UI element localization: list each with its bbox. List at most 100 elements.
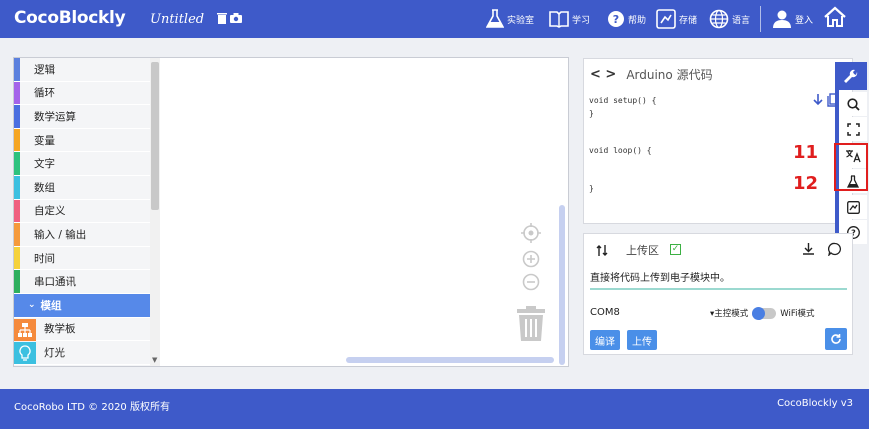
upload-panel: 上传区 ✓ 直接将代码上传到电子模块中。 COM8 ▾主控模式 WiFi模式 编… xyxy=(583,233,853,355)
fullscreen-icon xyxy=(846,122,860,136)
category-color-bar xyxy=(14,175,20,199)
camera-icon[interactable] xyxy=(230,12,242,24)
mode-toggle[interactable] xyxy=(752,306,777,320)
save-icon xyxy=(656,9,676,29)
category-label: 模组 xyxy=(40,299,62,312)
nav-learn[interactable]: 学习 xyxy=(549,6,590,32)
chart-button[interactable] xyxy=(839,195,867,219)
category-io[interactable]: 输入 / 输出 xyxy=(14,223,150,247)
category-color-bar xyxy=(14,81,20,105)
category-logic[interactable]: 逻辑 xyxy=(14,58,150,82)
lightbulb-icon xyxy=(14,342,36,365)
category-color-bar xyxy=(14,223,20,246)
flask-icon xyxy=(486,9,504,28)
help-icon: ? xyxy=(608,11,624,27)
category-label: 数学运算 xyxy=(34,110,76,123)
mode-wifi-label[interactable]: WiFi模式 xyxy=(780,307,814,319)
nav-separator xyxy=(760,6,761,32)
zoom-out-icon[interactable] xyxy=(522,273,540,291)
code-editor[interactable]: void setup() { } void loop() { } xyxy=(589,95,656,195)
category-label: 教学板 xyxy=(44,323,76,336)
category-color-bar xyxy=(14,128,20,152)
category-time[interactable]: 时间 xyxy=(14,246,150,271)
mode-switch[interactable]: ▾主控模式 WiFi模式 xyxy=(710,306,815,320)
fullscreen-button[interactable] xyxy=(839,117,867,141)
nav-language[interactable]: 语言 xyxy=(709,6,750,32)
zoom-in-icon[interactable] xyxy=(522,250,540,268)
blockly-workspace[interactable]: 逻辑 循环 数学运算 变量 文字 数组 自定义 输入 / 输出 时间 串口通讯 … xyxy=(13,57,569,367)
book-icon xyxy=(549,11,569,28)
category-label: 逻辑 xyxy=(34,63,55,76)
category-color-bar xyxy=(14,152,20,175)
highlight-box xyxy=(834,143,868,191)
download-icon[interactable] xyxy=(802,242,815,255)
code-toggle-icon[interactable]: < > xyxy=(590,67,616,82)
copyright-text: CocoRobo LTD © 2020 版权所有 xyxy=(14,402,170,413)
home-icon[interactable] xyxy=(824,6,846,28)
nav-save[interactable]: 存储 xyxy=(656,6,697,32)
refresh-button[interactable] xyxy=(825,328,847,350)
annotation-12: 12 xyxy=(793,173,819,194)
search-button[interactable] xyxy=(839,92,867,116)
category-teaching-board[interactable]: 教学板 xyxy=(14,318,150,342)
serial-port-label[interactable]: COM8 xyxy=(590,307,620,318)
category-arrays[interactable]: 数组 xyxy=(14,175,150,200)
category-label: 输入 / 输出 xyxy=(34,228,87,241)
chevron-down-icon: ⌄ xyxy=(28,300,36,311)
nav-login-label: 登入 xyxy=(795,15,814,26)
download-code-icon[interactable] xyxy=(812,93,824,107)
category-variables[interactable]: 变量 xyxy=(14,128,150,153)
category-color-bar xyxy=(14,270,20,293)
trash-small-icon[interactable] xyxy=(217,12,227,24)
user-icon xyxy=(773,10,791,28)
category-label: 数组 xyxy=(34,181,55,194)
chat-icon[interactable] xyxy=(828,242,842,256)
swap-vertical-icon[interactable] xyxy=(596,244,608,257)
workspace-vertical-scrollbar[interactable] xyxy=(559,205,565,365)
globe-icon xyxy=(709,9,729,29)
nav-help-label: 帮助 xyxy=(628,15,647,26)
code-panel-title: Arduino 源代码 xyxy=(626,68,713,82)
upload-button[interactable]: 上传 xyxy=(627,330,657,350)
category-label: 串口通讯 xyxy=(34,276,76,289)
nav-language-label: 语言 xyxy=(732,15,751,26)
board-icon xyxy=(14,318,36,341)
category-color-bar xyxy=(14,199,20,223)
category-serial[interactable]: 串口通讯 xyxy=(14,270,150,294)
upload-status-check-icon: ✓ xyxy=(670,244,681,255)
category-math[interactable]: 数学运算 xyxy=(14,105,150,129)
toolbox-scroll-thumb[interactable] xyxy=(151,62,159,210)
trash-icon[interactable] xyxy=(516,306,546,342)
category-custom[interactable]: 自定义 xyxy=(14,199,150,224)
nav-help[interactable]: ? 帮助 xyxy=(607,6,646,32)
mode-main-label[interactable]: ▾主控模式 xyxy=(710,307,748,319)
nav-login[interactable]: 登入 xyxy=(772,6,813,32)
toolbox-scrollbar[interactable]: ▼ xyxy=(150,58,160,366)
code-panel: < > Arduino 源代码 void setup() { } void lo… xyxy=(583,58,853,224)
category-color-bar xyxy=(14,105,20,128)
nav-learn-label: 学习 xyxy=(572,15,591,26)
svg-text:?: ? xyxy=(613,13,619,26)
app-logo[interactable]: CocoBlockly xyxy=(14,8,126,28)
nav-save-label: 存储 xyxy=(679,15,698,26)
category-label: 文字 xyxy=(34,158,55,171)
nav-lab[interactable]: 实验室 xyxy=(486,6,534,32)
category-loops[interactable]: 循环 xyxy=(14,81,150,106)
compile-button[interactable]: 编译 xyxy=(590,330,620,350)
tools-button[interactable] xyxy=(835,62,867,90)
project-title[interactable]: Untitled xyxy=(150,12,204,27)
recenter-icon[interactable] xyxy=(520,222,542,244)
category-light[interactable]: 灯光 xyxy=(14,341,150,365)
code-panel-header: < > Arduino 源代码 xyxy=(590,66,713,83)
top-header: CocoBlockly Untitled 实验室 学习 ? 帮助 存储 语言 登… xyxy=(0,0,869,38)
toolbox: 逻辑 循环 数学运算 变量 文字 数组 自定义 输入 / 输出 时间 串口通讯 … xyxy=(14,58,150,366)
category-modules[interactable]: ⌄ 模组 xyxy=(14,293,150,318)
mode-toggle-knob xyxy=(752,306,766,320)
category-text[interactable]: 文字 xyxy=(14,152,150,176)
version-text: CocoBlockly v3 xyxy=(777,398,853,409)
category-label: 自定义 xyxy=(34,205,66,218)
category-label: 变量 xyxy=(34,134,55,147)
workspace-horizontal-scrollbar[interactable] xyxy=(346,357,554,363)
scroll-down-arrow-icon[interactable]: ▼ xyxy=(152,356,157,364)
search-icon xyxy=(846,97,860,111)
